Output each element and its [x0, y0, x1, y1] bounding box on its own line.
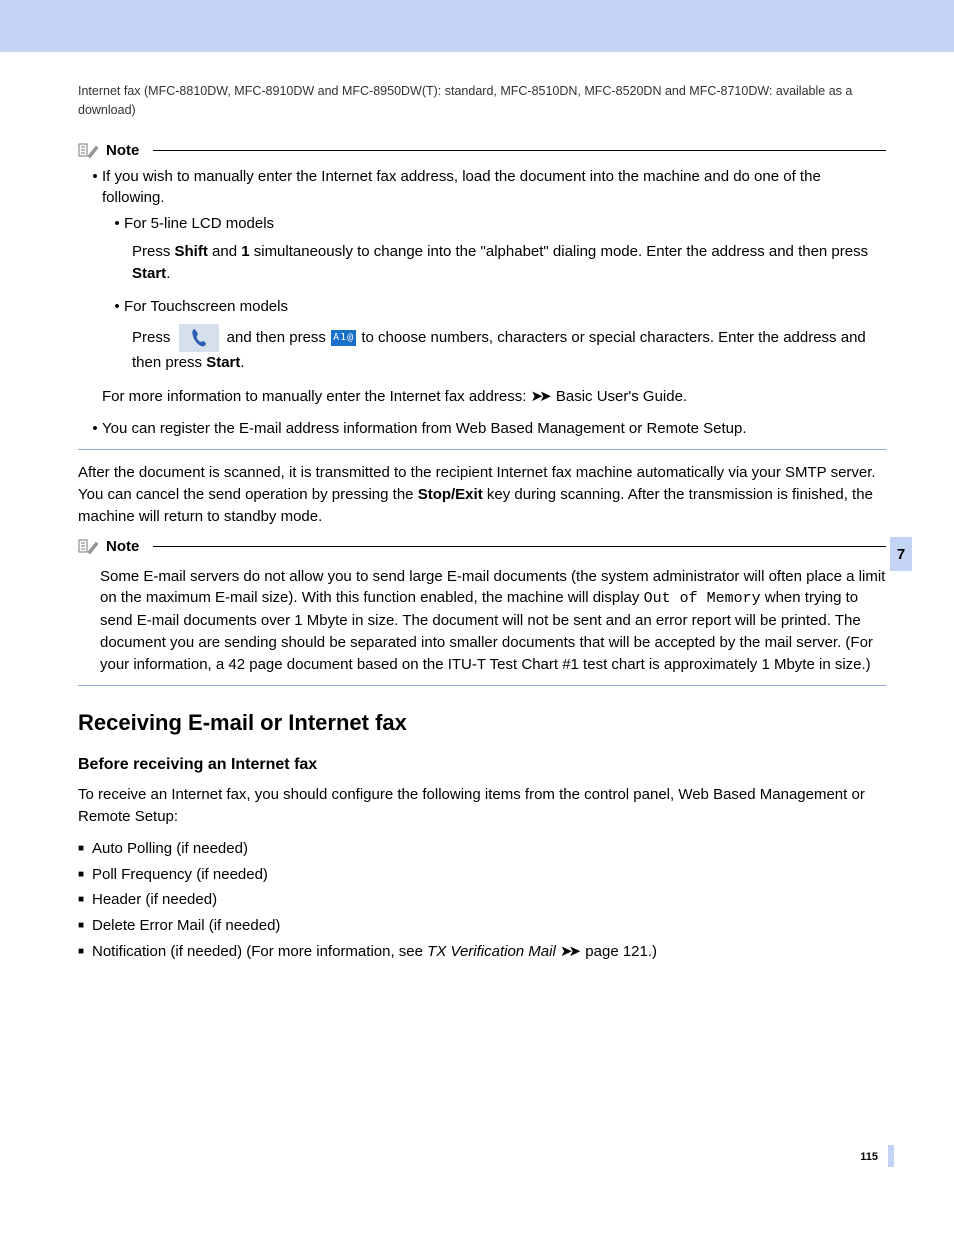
- divider: [78, 449, 886, 450]
- square-bullet-icon: ■: [78, 915, 92, 937]
- see-arrow-icon: ➤➤: [560, 943, 577, 960]
- note2-body: Some E-mail servers do not allow you to …: [78, 566, 886, 676]
- note-rule: [153, 150, 886, 151]
- note1-sub-a-body: Press Shift and 1 simultaneously to chan…: [88, 241, 886, 285]
- list-item: Poll Frequency (if needed): [92, 864, 886, 886]
- body-paragraph: After the document is scanned, it is tra…: [78, 462, 886, 527]
- page-header-text: Internet fax (MFC-8810DW, MFC-8910DW and…: [78, 82, 886, 120]
- note-rule: [153, 546, 886, 547]
- note1-bullet1: If you wish to manually enter the Intern…: [102, 166, 886, 210]
- page-number: 115: [860, 1151, 878, 1163]
- note1-sub-a-label: For 5-line LCD models: [124, 213, 886, 235]
- top-banner: [0, 0, 954, 52]
- note-icon: [78, 142, 100, 160]
- bullet-mark: •: [110, 296, 124, 318]
- section-intro: To receive an Internet fax, you should c…: [78, 784, 886, 828]
- footer-accent: [888, 1145, 894, 1167]
- list-item: Delete Error Mail (if needed): [92, 915, 886, 937]
- note-icon: [78, 538, 100, 556]
- square-bullet-icon: ■: [78, 864, 92, 886]
- note1-more-info: For more information to manually enter t…: [88, 386, 886, 408]
- subsection-heading: Before receiving an Internet fax: [78, 756, 886, 774]
- divider: [78, 685, 886, 686]
- see-arrow-icon: ➤➤: [531, 388, 548, 405]
- square-bullet-icon: ■: [78, 838, 92, 860]
- bullet-mark: •: [110, 213, 124, 235]
- note1-bullet2: You can register the E-mail address info…: [102, 418, 886, 440]
- list-item: Auto Polling (if needed): [92, 838, 886, 860]
- phone-icon: [179, 324, 219, 352]
- note-label: Note: [106, 142, 139, 159]
- bullet-mark: •: [88, 418, 102, 440]
- bullet-mark: •: [88, 166, 102, 210]
- note1-sub-b-label: For Touchscreen models: [124, 296, 886, 318]
- note-label: Note: [106, 538, 139, 555]
- a1at-key-icon: A1@: [331, 330, 356, 347]
- note-block-1: Note • If you wish to manually enter the…: [78, 142, 886, 440]
- list-item: Header (if needed): [92, 889, 886, 911]
- page-footer: 115: [0, 1123, 954, 1183]
- note1-sub-b-body: Press and then press A1@ to choose numbe…: [88, 324, 886, 374]
- list-item: Notification (if needed) (For more infor…: [92, 941, 886, 963]
- section-heading: Receiving E-mail or Internet fax: [78, 710, 886, 736]
- chapter-tab: 7: [890, 537, 912, 571]
- square-bullet-icon: ■: [78, 941, 92, 963]
- note-block-2: Note Some E-mail servers do not allow yo…: [78, 538, 886, 676]
- square-bullet-icon: ■: [78, 889, 92, 911]
